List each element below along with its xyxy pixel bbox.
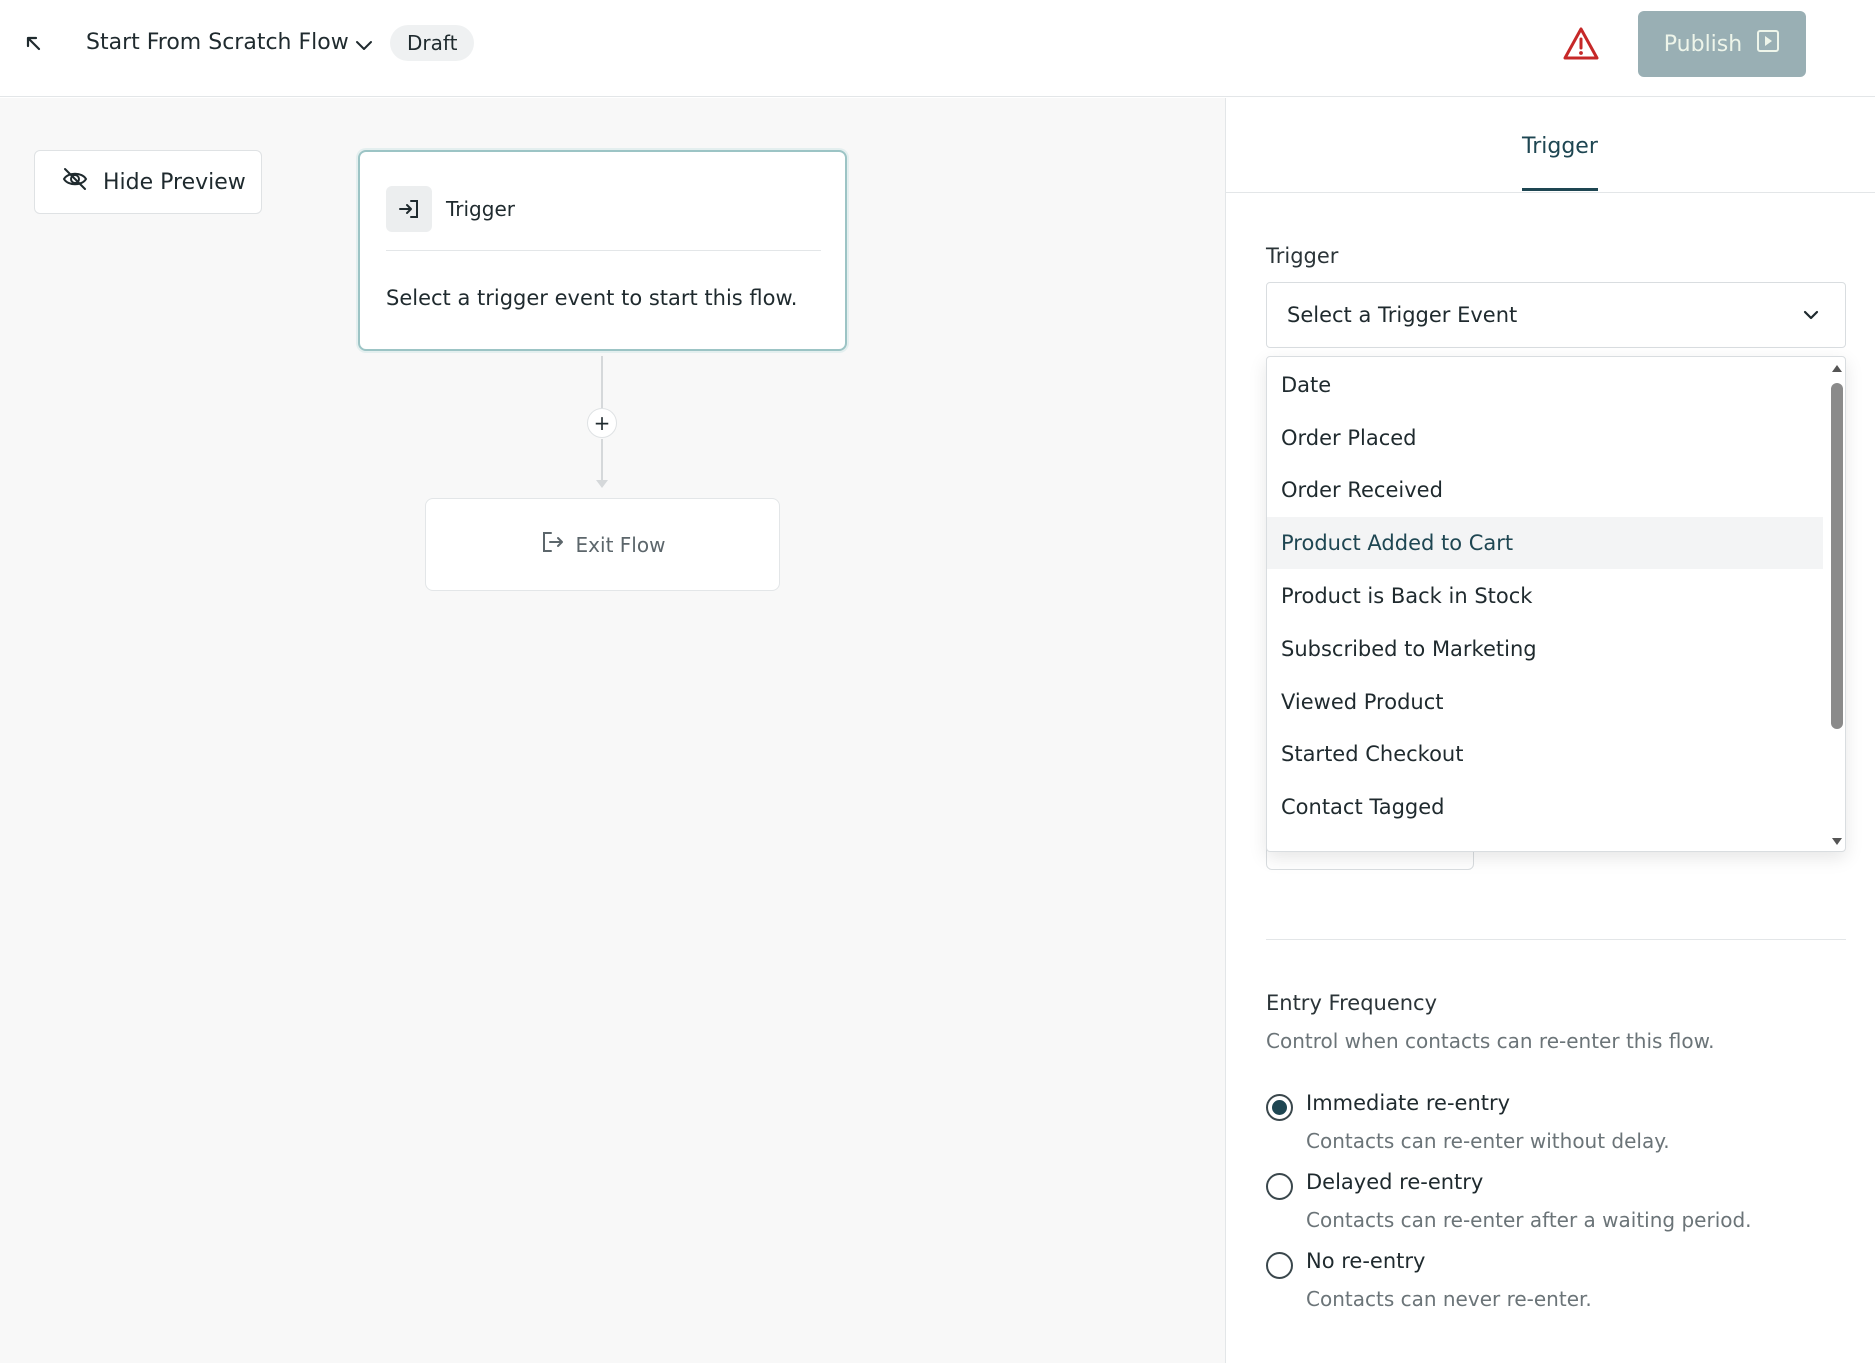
divider	[1266, 939, 1846, 940]
hide-preview-label: Hide Preview	[103, 169, 246, 195]
collapse-arrow-icon[interactable]	[20, 30, 48, 58]
flow-canvas[interactable]: Hide Preview Trigger Select a trigger ev…	[0, 98, 1225, 1363]
hide-preview-button[interactable]: Hide Preview	[34, 150, 262, 214]
radio-sub-text: Contacts can never re-enter.	[1306, 1287, 1592, 1311]
publish-button[interactable]: Publish	[1638, 11, 1806, 77]
enter-arrow-icon	[386, 186, 432, 232]
play-square-icon	[1756, 29, 1780, 59]
exit-flow-node[interactable]: Exit Flow	[425, 498, 780, 591]
chevron-down-icon	[1799, 303, 1823, 327]
entry-frequency-description: Control when contacts can re-enter this …	[1266, 1029, 1715, 1053]
add-step-button[interactable]: +	[587, 408, 617, 438]
dropdown-option-order-placed[interactable]: Order Placed	[1267, 412, 1823, 464]
entry-frequency-title: Entry Frequency	[1266, 991, 1438, 1015]
warning-triangle-icon[interactable]	[1562, 25, 1600, 63]
connector-line	[601, 356, 603, 408]
radio-delayed-reentry[interactable]: Delayed re-entry Contacts can re-enter a…	[1266, 1170, 1846, 1240]
exit-flow-label: Exit Flow	[575, 532, 666, 557]
dropdown-option-viewed-product[interactable]: Viewed Product	[1267, 676, 1823, 728]
radio-button[interactable]	[1266, 1173, 1293, 1200]
dropdown-option-product-back-in-stock[interactable]: Product is Back in Stock	[1267, 570, 1823, 622]
scroll-up-arrow[interactable]	[1832, 365, 1842, 372]
radio-label: No re-entry	[1306, 1249, 1426, 1273]
dropdown-option-product-added-to-cart[interactable]: Product Added to Cart	[1267, 517, 1823, 569]
select-placeholder: Select a Trigger Event	[1287, 303, 1518, 327]
status-badge: Draft	[390, 25, 475, 61]
trigger-node-description: Select a trigger event to start this flo…	[386, 286, 798, 310]
radio-immediate-reentry[interactable]: Immediate re-entry Contacts can re-enter…	[1266, 1091, 1846, 1161]
dropdown-option-date[interactable]: Date	[1267, 359, 1823, 411]
scroll-down-arrow[interactable]	[1832, 838, 1842, 845]
eye-off-icon	[61, 165, 89, 199]
trigger-event-select[interactable]: Select a Trigger Event	[1266, 282, 1846, 348]
trigger-event-dropdown[interactable]: Date Order Placed Order Received Product…	[1266, 356, 1846, 852]
dropdown-option-subscribed-to-marketing[interactable]: Subscribed to Marketing	[1267, 623, 1823, 675]
dropdown-scrollbar[interactable]	[1827, 357, 1845, 851]
radio-button[interactable]	[1266, 1252, 1293, 1279]
radio-sub-text: Contacts can re-enter without delay.	[1306, 1129, 1670, 1153]
radio-no-reentry[interactable]: No re-entry Contacts can never re-enter.	[1266, 1249, 1846, 1319]
radio-label: Immediate re-entry	[1306, 1091, 1511, 1115]
dropdown-option-order-received[interactable]: Order Received	[1267, 464, 1823, 516]
dropdown-option-contact-tagged[interactable]: Contact Tagged	[1267, 781, 1823, 833]
trigger-node-title: Trigger	[446, 197, 515, 221]
tab-trigger[interactable]: Trigger	[1522, 134, 1598, 191]
divider	[386, 250, 821, 251]
publish-label: Publish	[1663, 31, 1743, 57]
connector-line	[601, 439, 603, 481]
dropdown-option-started-checkout[interactable]: Started Checkout	[1267, 728, 1823, 780]
chevron-down-icon[interactable]	[352, 33, 376, 57]
radio-label: Delayed re-entry	[1306, 1170, 1484, 1194]
flow-title: Start From Scratch Flow	[86, 30, 349, 55]
top-header: Start From Scratch Flow Draft Publish	[0, 0, 1875, 97]
panel-tabs: Trigger	[1226, 98, 1875, 193]
radio-button[interactable]	[1266, 1094, 1293, 1121]
scrollbar-thumb[interactable]	[1831, 383, 1843, 729]
radio-sub-text: Contacts can re-enter after a waiting pe…	[1306, 1208, 1752, 1232]
exit-arrow-icon	[540, 529, 566, 560]
connector-arrow	[596, 480, 608, 488]
trigger-field-label: Trigger	[1266, 244, 1339, 268]
trigger-node[interactable]: Trigger Select a trigger event to start …	[358, 150, 847, 351]
